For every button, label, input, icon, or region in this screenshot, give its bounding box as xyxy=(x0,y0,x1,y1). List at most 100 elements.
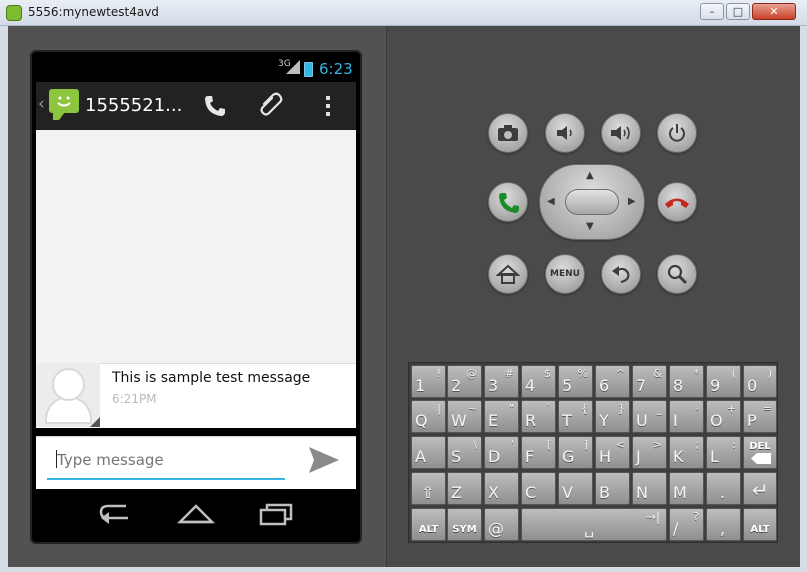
minimize-button[interactable]: – xyxy=(700,3,724,20)
pane-divider xyxy=(386,26,387,567)
key-p[interactable]: = P xyxy=(743,400,777,433)
volume-down-icon xyxy=(557,126,572,140)
key-6[interactable]: ^ 6 xyxy=(595,365,630,398)
key-g[interactable]: ] G xyxy=(558,436,593,469)
message-text: This is sample test message xyxy=(112,370,311,386)
key-a[interactable]: A xyxy=(411,436,446,469)
key-u[interactable]: _ U xyxy=(632,400,667,433)
key-y[interactable]: } Y xyxy=(595,400,630,433)
key-n[interactable]: N xyxy=(632,472,667,505)
key-t[interactable]: {T xyxy=(558,400,593,433)
action-bar xyxy=(36,82,356,130)
key-sym[interactable]: SYM xyxy=(447,508,482,541)
dpad-right-arrow[interactable]: ▶ xyxy=(628,196,636,207)
hardware-keyboard: ! 1 @2 #3 $4 % 5 ^ 6 & 7 * 8 (9 ) 0 | Q ~ W " E `… xyxy=(408,362,778,543)
key-d[interactable]: ' D xyxy=(484,436,519,469)
dpad-down-arrow[interactable]: ▼ xyxy=(586,221,594,232)
attach-icon[interactable] xyxy=(258,92,284,120)
power-icon xyxy=(669,124,685,142)
message-time: 6:21PM xyxy=(112,392,157,406)
key-alt-right[interactable]: ALT xyxy=(743,508,777,541)
key-5[interactable]: % 5 xyxy=(558,365,593,398)
green-call-icon xyxy=(499,193,519,213)
key-9[interactable]: (9 xyxy=(706,365,741,398)
key-k[interactable]: ; K xyxy=(669,436,704,469)
red-end-call-icon xyxy=(665,198,689,208)
overflow-menu-icon[interactable] xyxy=(326,96,330,116)
android-app-icon xyxy=(6,5,22,21)
key-v[interactable]: V xyxy=(558,472,593,505)
backspace-icon xyxy=(751,453,771,464)
up-caret-icon[interactable]: ‹ xyxy=(38,94,45,114)
volume-up-button[interactable] xyxy=(601,113,641,153)
maximize-button[interactable]: □ xyxy=(726,3,750,20)
key-o[interactable]: + O xyxy=(706,400,741,433)
key-comma[interactable]: , xyxy=(706,508,741,541)
status-time: 6:23 xyxy=(319,60,353,78)
key-z[interactable]: Z xyxy=(447,472,482,505)
key-h[interactable]: < H xyxy=(595,436,630,469)
key-q[interactable]: | Q xyxy=(411,400,446,433)
dpad-left-arrow[interactable]: ◀ xyxy=(547,196,555,207)
key-l[interactable]: :L xyxy=(706,436,741,469)
home-icon xyxy=(496,264,520,284)
conversation-area xyxy=(36,130,356,363)
key-r[interactable]: ` R xyxy=(521,400,556,433)
nav-back-icon[interactable] xyxy=(98,502,134,526)
key-s[interactable]: \ S xyxy=(447,436,482,469)
key-period[interactable]: . xyxy=(706,472,741,505)
back-icon xyxy=(612,266,630,284)
close-button[interactable]: ✕ xyxy=(752,3,796,20)
window-title: 5556:mynewtest4avd xyxy=(28,5,159,19)
home-button[interactable] xyxy=(488,254,528,294)
key-enter[interactable]: ↵ xyxy=(743,472,777,505)
conversation-contact: 1555521... xyxy=(85,95,183,116)
key-c[interactable]: C xyxy=(521,472,556,505)
nav-recents-icon[interactable] xyxy=(258,502,294,526)
key-j[interactable]: > J xyxy=(632,436,667,469)
key-2[interactable]: @2 xyxy=(447,365,482,398)
key-i[interactable]: -I xyxy=(669,400,704,433)
key-b[interactable]: B xyxy=(595,472,630,505)
key-del[interactable]: DEL xyxy=(743,436,777,469)
menu-label: MENU xyxy=(550,269,580,279)
key-3[interactable]: #3 xyxy=(484,365,519,398)
key-e[interactable]: " E xyxy=(484,400,519,433)
search-button[interactable] xyxy=(657,254,697,294)
key-x[interactable]: X xyxy=(484,472,519,505)
key-w[interactable]: ~ W xyxy=(447,400,482,433)
camera-button[interactable] xyxy=(488,113,528,153)
key-alt-left[interactable]: ALT xyxy=(411,508,446,541)
avatar-corner-mark xyxy=(90,417,100,427)
back-button[interactable] xyxy=(601,254,641,294)
phone-call-icon[interactable] xyxy=(203,94,227,118)
key-f[interactable]: [F xyxy=(521,436,556,469)
key-4[interactable]: $4 xyxy=(521,365,556,398)
key-8[interactable]: * 8 xyxy=(669,365,704,398)
key-7[interactable]: & 7 xyxy=(632,365,667,398)
volume-down-button[interactable] xyxy=(545,113,585,153)
avatar-head xyxy=(52,368,85,401)
volume-up-icon xyxy=(611,126,630,140)
search-icon xyxy=(667,264,688,285)
menu-button[interactable]: MENU xyxy=(545,254,585,294)
message-input[interactable] xyxy=(57,451,277,469)
key-space[interactable]: →| ␣ xyxy=(521,508,667,541)
battery-icon xyxy=(304,62,313,77)
end-call-button[interactable] xyxy=(657,182,697,222)
call-button[interactable] xyxy=(488,182,528,222)
messaging-app-icon[interactable] xyxy=(49,89,79,120)
key-slash[interactable]: ? / xyxy=(669,508,704,541)
key-m[interactable]: M xyxy=(669,472,704,505)
input-underline xyxy=(47,478,285,480)
key-1[interactable]: ! 1 xyxy=(411,365,446,398)
power-button[interactable] xyxy=(657,113,697,153)
send-icon[interactable] xyxy=(308,445,340,475)
key-0[interactable]: ) 0 xyxy=(743,365,777,398)
key-at[interactable]: @ xyxy=(484,508,519,541)
key-shift[interactable]: ⇧ xyxy=(411,472,446,505)
dpad-up-arrow[interactable]: ▲ xyxy=(586,170,594,181)
dpad-center-button[interactable] xyxy=(565,189,619,215)
signal-icon xyxy=(286,60,300,74)
nav-home-icon[interactable] xyxy=(176,502,216,526)
